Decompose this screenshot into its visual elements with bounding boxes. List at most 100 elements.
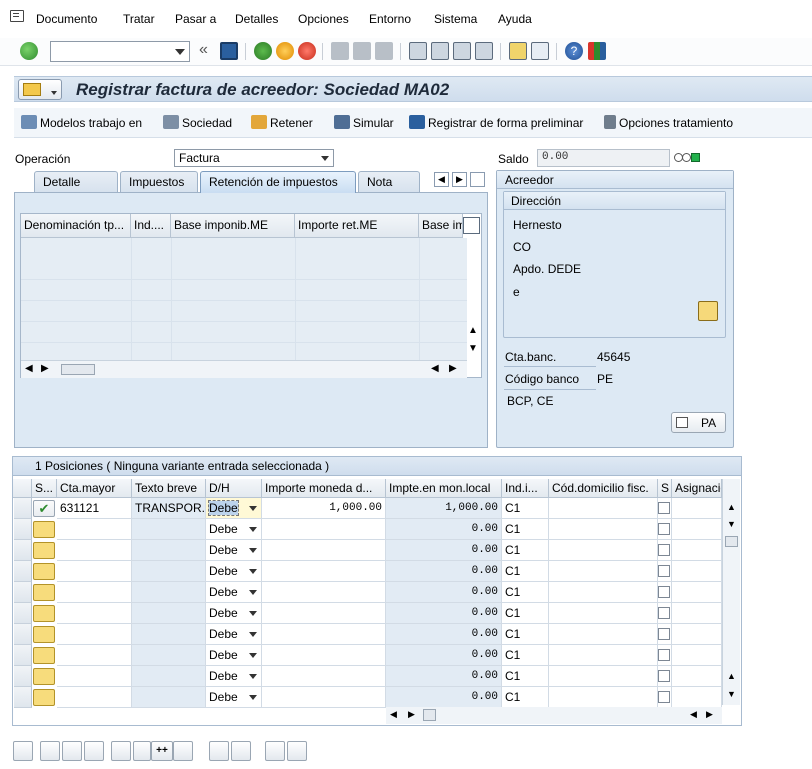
cta-mayor-cell[interactable] [57,624,132,645]
dh-select[interactable]: Debe [206,582,262,603]
domicilio-fiscal-cell[interactable] [549,540,658,561]
simular-button[interactable]: Simular [334,115,394,130]
scroll-left-icon[interactable]: ◀ [25,363,33,374]
s-checkbox-cell[interactable] [658,624,672,645]
modelos-trabajo-button[interactable]: Modelos trabajo en [21,115,142,130]
scroll-up-icon[interactable]: ▲ [727,671,736,681]
copy-row-icon[interactable] [209,741,229,761]
cancel-icon[interactable] [298,42,316,60]
row-checkbox[interactable] [658,565,670,577]
double-chevron-icon[interactable]: « [199,41,208,59]
scroll-up-icon[interactable]: ▲ [727,502,736,512]
column-header[interactable]: Cta.mayor [57,479,132,498]
importe-cell[interactable] [262,645,386,666]
domicilio-fiscal-cell[interactable] [549,687,658,708]
select-all-rows-icon[interactable] [40,741,60,761]
asignacion-cell[interactable] [672,666,722,687]
importe-cell[interactable] [262,582,386,603]
scroll-down-icon[interactable]: ▼ [468,343,478,354]
dh-select[interactable]: Debe [206,498,262,519]
cta-mayor-cell[interactable] [57,666,132,687]
dh-select[interactable]: Debe [206,687,262,708]
s-checkbox-cell[interactable] [658,540,672,561]
dh-select[interactable]: Debe [206,645,262,666]
new-session-icon[interactable] [509,42,527,60]
dh-select[interactable]: Debe [206,666,262,687]
command-field[interactable] [50,41,190,62]
dh-select[interactable]: Debe [206,603,262,624]
asignacion-cell[interactable] [672,519,722,540]
menu-entorno[interactable]: Entorno [369,12,411,26]
row-selector[interactable] [14,540,32,561]
importe-cell[interactable] [262,603,386,624]
tab-detalle[interactable]: Detalle [34,171,118,192]
menu-ayuda[interactable]: Ayuda [498,12,532,26]
ind-impuesto-cell[interactable]: C1 [502,624,549,645]
row-checkbox[interactable] [658,628,670,640]
ind-impuesto-cell[interactable]: C1 [502,582,549,603]
column-header[interactable]: Base imponib.ME [171,214,295,238]
scroll-down-icon[interactable]: ▼ [727,519,736,529]
column-header[interactable]: Base im [419,214,463,238]
row-selector[interactable] [14,603,32,624]
dh-select[interactable]: Debe [206,624,262,645]
asignacion-cell[interactable] [672,624,722,645]
asignacion-cell[interactable] [672,687,722,708]
row-selector[interactable] [14,498,32,519]
importe-cell[interactable] [262,687,386,708]
ind-impuesto-cell[interactable]: C1 [502,603,549,624]
menu-detalles[interactable]: Detalles [235,12,278,26]
table-row[interactable] [21,322,467,343]
tab-impuestos[interactable]: Impuestos [120,171,198,192]
details-icon[interactable] [13,741,33,761]
tab-list-icon[interactable] [470,172,485,187]
registrar-preliminar-button[interactable]: Registrar de forma preliminar [409,115,583,130]
s-checkbox-cell[interactable] [658,561,672,582]
table-row[interactable] [21,301,467,322]
column-header[interactable]: D/H [206,479,262,498]
scroll-right-icon[interactable]: ▶ [449,363,457,374]
row-selector[interactable] [14,687,32,708]
dh-select[interactable]: Debe [206,561,262,582]
s-checkbox-cell[interactable] [658,519,672,540]
prev-page-icon[interactable] [431,42,449,60]
asignacion-cell[interactable] [672,582,722,603]
scroll-right-icon[interactable]: ▶ [41,363,49,374]
cta-mayor-cell[interactable] [57,519,132,540]
column-header[interactable]: Cód.domicilio fisc. [549,479,658,498]
cta-mayor-cell[interactable] [57,561,132,582]
domicilio-fiscal-cell[interactable] [549,582,658,603]
ind-impuesto-cell[interactable]: C1 [502,645,549,666]
table-row[interactable] [21,280,467,301]
operacion-select[interactable]: Factura [174,149,334,167]
s-checkbox-cell[interactable] [658,603,672,624]
menu-tratar[interactable]: Tratar [123,12,155,26]
row-checkbox[interactable] [658,649,670,661]
find-next-icon[interactable] [375,42,393,60]
importe-cell[interactable] [262,519,386,540]
cta-mayor-cell[interactable] [57,540,132,561]
row-checkbox[interactable] [658,502,670,514]
table-row[interactable] [21,259,467,280]
importe-cell[interactable] [262,624,386,645]
scroll-left-icon[interactable]: ◀ [431,363,439,374]
domicilio-fiscal-cell[interactable] [549,519,658,540]
ind-impuesto-cell[interactable]: C1 [502,540,549,561]
deselect-all-icon[interactable] [84,741,104,761]
select-all-icon[interactable] [13,479,32,498]
row-checkbox[interactable] [658,607,670,619]
cta-mayor-cell[interactable] [57,687,132,708]
cta-mayor-cell[interactable] [57,582,132,603]
first-page-icon[interactable] [409,42,427,60]
shortcut-icon[interactable] [531,42,549,60]
row-selector[interactable] [14,645,32,666]
asignacion-cell[interactable] [672,603,722,624]
tab-scroll-left-button[interactable]: ◀ [434,172,449,187]
horizontal-scrollbar[interactable]: ◀ ▶ ◀ ▶ [386,707,722,724]
dh-select[interactable]: Debe [206,540,262,561]
s-checkbox-cell[interactable] [658,582,672,603]
domicilio-fiscal-cell[interactable] [549,561,658,582]
asignacion-cell[interactable] [672,498,722,519]
row-checkbox[interactable] [658,544,670,556]
domicilio-fiscal-cell[interactable] [549,603,658,624]
